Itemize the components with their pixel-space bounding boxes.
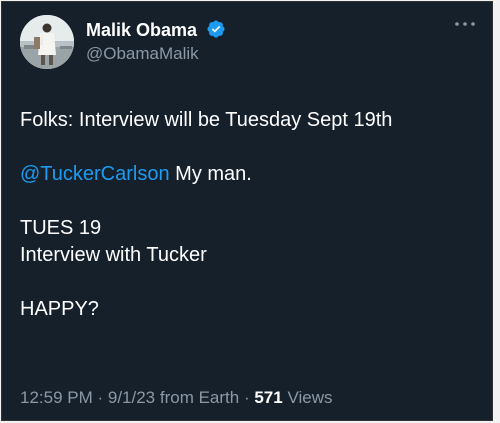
views-label: Views (282, 388, 333, 407)
meta-separator: · (239, 388, 255, 407)
handle[interactable]: @ObamaMalik (86, 44, 199, 64)
tweet-line-5: HAPPY? (20, 298, 99, 320)
tweet-source: from Earth (155, 388, 240, 407)
tweet-line-2-rest: My man. (169, 163, 252, 185)
avatar-photo (20, 15, 74, 69)
display-name[interactable]: Malik Obama (86, 19, 226, 41)
views-count: 571 (254, 388, 283, 407)
tweet-time[interactable]: 12:59 PM (20, 388, 93, 407)
tweet-card: Malik Obama @ObamaMalik Folks: Interview… (1, 1, 493, 421)
mention-link[interactable]: @TuckerCarlson (20, 163, 170, 185)
tweet-line-3: TUES 19 (20, 217, 102, 239)
tweet-meta: 12:59 PM · 9/1/23 from Earth · 571 Views (20, 388, 332, 408)
tweet-line-1: Folks: Interview will be Tuesday Sept 19… (20, 109, 393, 131)
tweet-text: Folks: Interview will be Tuesday Sept 19… (20, 107, 480, 323)
avatar[interactable] (20, 15, 74, 69)
tweet-line-2: @TuckerCarlson My man. (20, 161, 480, 188)
more-options-icon[interactable] (452, 16, 478, 32)
tweet-date[interactable]: 9/1/23 (108, 388, 155, 407)
display-name-text: Malik Obama (86, 20, 198, 40)
meta-separator: · (92, 388, 108, 407)
tweet-line-4: Interview with Tucker (20, 244, 207, 266)
verified-badge-icon (207, 20, 225, 38)
